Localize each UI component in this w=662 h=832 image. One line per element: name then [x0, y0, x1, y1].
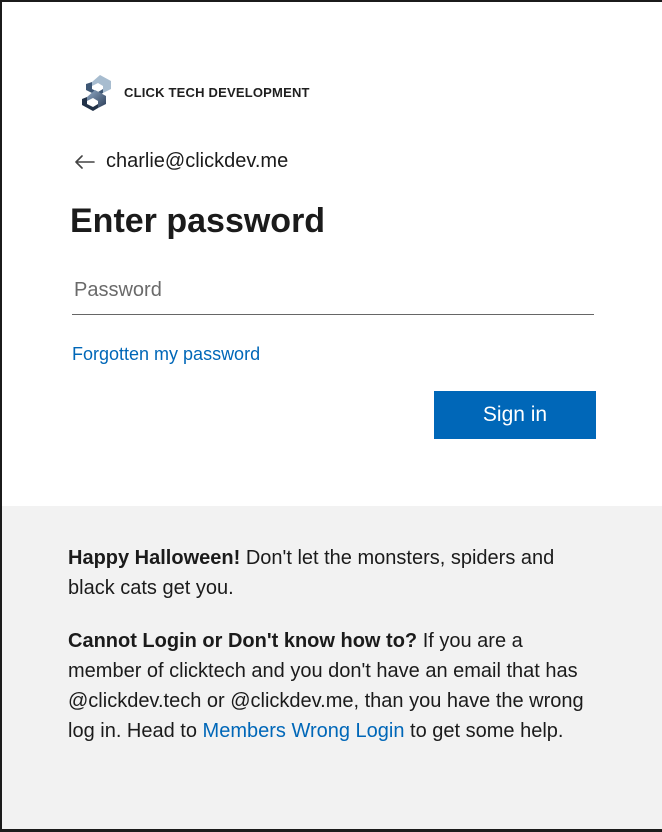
halloween-heading: Happy Halloween! — [68, 547, 241, 569]
login-help-tail: to get some help. — [404, 720, 564, 742]
info-panel: Happy Halloween! Don't let the monsters,… — [2, 506, 662, 829]
account-email: charlie@clickdev.me — [106, 150, 289, 172]
sign-in-card: CLICK TECH DEVELOPMENT charlie@clickdev.… — [2, 2, 662, 829]
password-field-wrapper — [72, 266, 594, 315]
password-input[interactable] — [72, 266, 594, 314]
halloween-message: Happy Halloween! Don't let the monsters,… — [68, 543, 588, 603]
page-title: Enter password — [70, 202, 326, 240]
account-identity: charlie@clickdev.me — [74, 150, 288, 173]
sign-in-button[interactable]: Sign in — [434, 391, 596, 439]
sign-in-panel: CLICK TECH DEVELOPMENT charlie@clickdev.… — [2, 2, 662, 506]
arrow-left-icon[interactable] — [74, 151, 96, 173]
members-wrong-login-link[interactable]: Members Wrong Login — [203, 720, 405, 742]
chain-link-logo-icon — [82, 75, 111, 111]
brand-logo: CLICK TECH DEVELOPMENT — [80, 72, 310, 112]
login-help-message: Cannot Login or Don't know how to? If yo… — [68, 626, 588, 746]
forgot-password-link[interactable]: Forgotten my password — [72, 344, 260, 365]
login-help-heading: Cannot Login or Don't know how to? — [68, 630, 418, 652]
brand-name: CLICK TECH DEVELOPMENT — [124, 84, 310, 100]
